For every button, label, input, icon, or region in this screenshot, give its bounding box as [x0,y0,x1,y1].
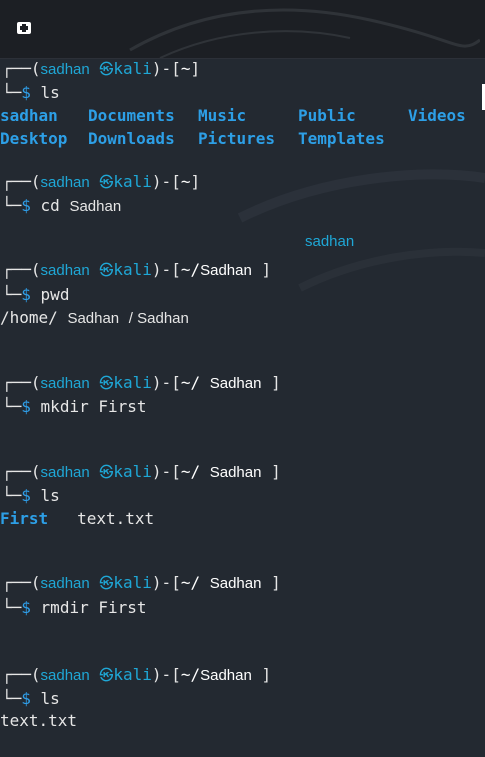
prompt-line: ┌──(sadhan ㉿kali)-[~/ Sadhan ] [2,373,281,392]
prompt-line: ┌──(sadhan ㉿kali)-[~] [2,59,201,78]
ls-entry: Templates [298,129,385,148]
prompt-line: ┌──(sadhan ㉿kali)-[~/Sadhan ] [2,260,272,279]
new-tab-icon [17,22,31,34]
floating-text: sadhan [305,233,355,250]
ls-output: First text.txt [0,509,155,528]
terminal-output: ┌──(sadhan ㉿kali)-[~] └─$ ls sadhan Desk… [0,58,485,757]
command-line: └─$ ls [2,83,60,102]
ls-output: text.txt [0,711,78,730]
command-line: └─$ ls [2,689,60,708]
command-line: └─$ cd Sadhan [2,196,122,215]
kali-dragon-watermark [129,8,480,58]
prompt-line: ┌──(sadhan ㉿kali)-[~/ Sadhan ] [2,573,281,592]
ls-entry: Documents [88,106,175,125]
ls-entry: sadhan [0,106,58,125]
command-line: └─$ mkdir First [2,397,147,416]
ls-entry: Videos [408,106,466,125]
prompt-line: ┌──(sadhan ㉿kali)-[~/ Sadhan ] [2,462,281,481]
command-line: └─$ ls [2,486,60,505]
command-line: └─$ pwd [2,285,70,304]
ls-entry: Public [298,106,356,125]
new-tab-button[interactable] [14,18,34,38]
pwd-output: /home/ Sadhan / Sadhan [0,308,189,327]
prompt-line: ┌──(sadhan ㉿kali)-[~/Sadhan ] [2,665,272,684]
ls-entry: Music [198,106,247,125]
command-line: └─$ rmdir First [2,598,147,617]
ls-entry: Downloads [88,129,175,148]
ls-entry: Pictures [198,129,276,148]
ls-entry: Desktop [0,129,68,148]
prompt-line: ┌──(sadhan ㉿kali)-[~] [2,172,201,191]
terminal-toolbar [0,0,485,59]
